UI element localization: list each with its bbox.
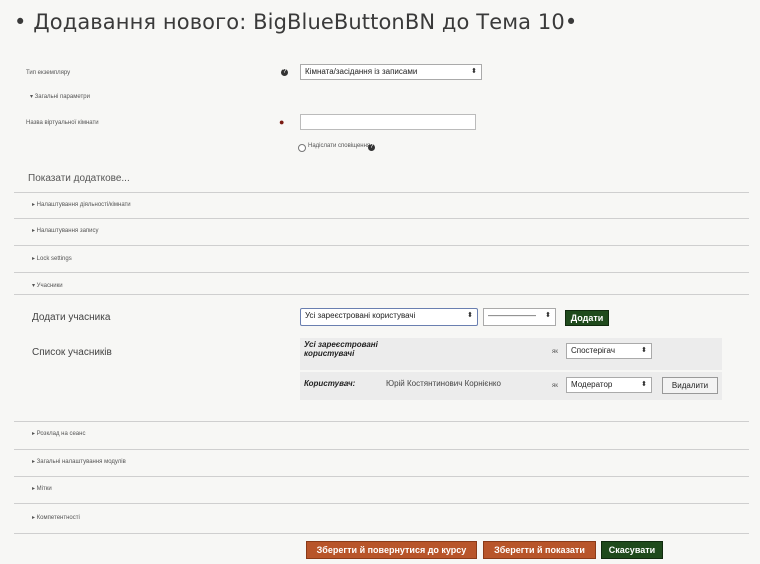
chevron-down-icon: ⬍ (641, 347, 647, 354)
as-label: як (552, 383, 558, 389)
chevron-down-icon: ⬍ (471, 68, 477, 75)
help-icon[interactable]: ? (368, 144, 375, 151)
add-participant-select[interactable]: Усі зареєстровані користувачі ⬍ (300, 308, 478, 326)
instance-type-label: Тип екземпляру (26, 70, 71, 76)
divider (14, 245, 749, 246)
page-title: • Додавання нового: BigBlueButtonBN до Т… (14, 10, 578, 34)
section-tags[interactable]: ▸ Мітки (32, 485, 52, 492)
show-more-link[interactable]: Показати додаткове... (28, 173, 130, 184)
participant-role-select[interactable]: Модератор ⬍ (566, 377, 652, 393)
help-icon[interactable]: ? (281, 69, 288, 76)
chevron-down-icon: ⬍ (545, 312, 551, 319)
notify-checkbox-label: Надіслати сповіщення (308, 143, 371, 149)
chevron-down-icon: ⬍ (641, 381, 647, 388)
divider (14, 503, 749, 504)
participant-prefix: Користувач: (304, 379, 356, 388)
section-participants[interactable]: ▾ Учасники (32, 282, 63, 289)
participant-name: Юрій Костянтинович Корнієнко (386, 379, 501, 388)
divider (14, 192, 749, 193)
participant-name: Усі зареєстровані користувачі (304, 340, 378, 358)
section-activity[interactable]: ▸ Налаштування діяльності/кімнати (32, 201, 131, 208)
chevron-down-icon: ⬍ (467, 312, 473, 319)
divider (14, 272, 749, 273)
room-name-label: Назва віртуальної кімнати (26, 120, 99, 126)
instance-type-select[interactable]: Кімната/засідання із записами ⬍ (300, 64, 482, 80)
section-common-modules[interactable]: ▸ Загальні налаштування модулів (32, 458, 126, 465)
section-schedule[interactable]: ▸ Розклад на сеанс (32, 430, 85, 437)
add-button[interactable]: Додати (565, 310, 609, 326)
divider (14, 533, 749, 534)
participant-role-select[interactable]: Спостерігач ⬍ (566, 343, 652, 359)
section-competencies[interactable]: ▸ Компетентності (32, 514, 80, 521)
section-recording[interactable]: ▸ Налаштування запису (32, 227, 99, 234)
divider (14, 476, 749, 477)
divider (14, 218, 749, 219)
save-return-button[interactable]: Зберегти й повернутися до курсу (306, 541, 477, 559)
divider (14, 294, 749, 295)
save-display-button[interactable]: Зберегти й показати (483, 541, 596, 559)
role-select[interactable]: —————— ⬍ (483, 308, 556, 326)
divider (14, 421, 749, 422)
participant-row (300, 372, 722, 400)
participant-list-label: Список учасників (32, 347, 112, 358)
general-section-toggle[interactable]: ▾ Загальні параметри (30, 93, 90, 100)
required-icon: ● (279, 117, 285, 127)
room-name-input[interactable] (300, 114, 476, 130)
notify-checkbox[interactable] (298, 144, 306, 152)
remove-button[interactable]: Видалити (662, 377, 718, 394)
section-lock[interactable]: ▸ Lock settings (32, 255, 72, 262)
as-label: як (552, 349, 558, 355)
divider (14, 449, 749, 450)
cancel-button[interactable]: Скасувати (601, 541, 663, 559)
add-participant-label: Додати учасника (32, 312, 111, 323)
